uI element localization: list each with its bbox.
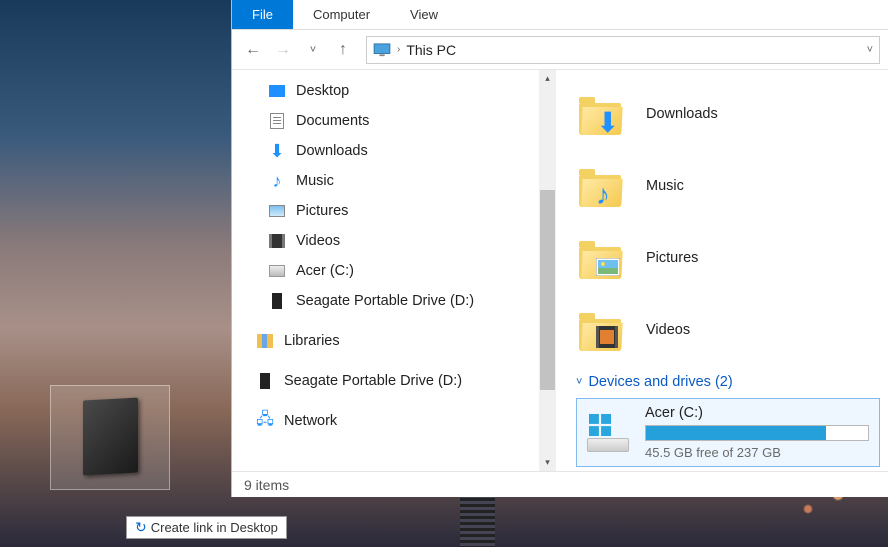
content-pane: ⬇ Downloads ♪ Music Pictures Videos ˅ De… (556, 70, 888, 471)
desktop-drive-icon[interactable] (50, 385, 170, 490)
folder-downloads[interactable]: ⬇ Downloads (576, 78, 880, 150)
os-drive-icon (583, 412, 633, 454)
folder-music[interactable]: ♪ Music (576, 150, 880, 222)
tree-music[interactable]: ♪ Music (232, 166, 556, 196)
tree-item-label: Seagate Portable Drive (D:) (284, 373, 462, 389)
download-arrow-icon: ⬇ (268, 142, 286, 160)
document-icon (268, 112, 286, 130)
folder-icon: ⬇ (576, 89, 626, 139)
address-dropdown-icon[interactable]: ˅ (867, 44, 873, 56)
recent-locations-button[interactable]: ˅ (300, 37, 326, 63)
chevron-down-icon: ˅ (576, 376, 582, 388)
folder-label: Videos (646, 322, 690, 338)
up-button[interactable]: ↑ (330, 37, 356, 63)
tree-item-label: Documents (296, 113, 369, 129)
tab-computer[interactable]: Computer (293, 0, 390, 29)
tree-drive-c[interactable]: Acer (C:) (232, 256, 556, 286)
folder-label: Music (646, 178, 684, 194)
tab-file[interactable]: File (232, 0, 293, 29)
desktop-icon (268, 82, 286, 100)
folder-icon: ♪ (576, 161, 626, 211)
address-location: This PC (406, 42, 456, 58)
file-explorer-window: File Computer View ← → ˅ ↑ › This PC ˅ D… (231, 0, 888, 497)
ribbon-tabs: File Computer View (232, 0, 888, 30)
drive-usage-bar (645, 425, 869, 441)
tab-view[interactable]: View (390, 0, 458, 29)
external-drive-icon (83, 398, 138, 476)
status-bar: 9 items (232, 471, 888, 497)
tab-file-label: File (252, 7, 273, 22)
tree-desktop[interactable]: Desktop (232, 76, 556, 106)
tree-documents[interactable]: Documents (232, 106, 556, 136)
tree-libraries[interactable]: Libraries (232, 326, 556, 356)
status-item-count: 9 items (244, 477, 289, 493)
scroll-down-arrow-icon[interactable]: ▾ (539, 454, 556, 471)
forward-button[interactable]: → (270, 37, 296, 63)
tree-drive-d[interactable]: Seagate Portable Drive (D:) (232, 286, 556, 316)
group-header-label: Devices and drives (2) (588, 374, 732, 390)
picture-thumb-icon (596, 251, 620, 283)
music-note-icon: ♪ (268, 172, 286, 190)
folder-pictures[interactable]: Pictures (576, 222, 880, 294)
download-arrow-icon: ⬇ (596, 106, 619, 139)
folder-label: Downloads (646, 106, 718, 122)
network-icon: 🖧 (256, 412, 274, 430)
drive-free-text: 45.5 GB free of 237 GB (645, 445, 869, 460)
tree-removable[interactable]: Seagate Portable Drive (D:) (232, 366, 556, 396)
tree-item-label: Music (296, 173, 334, 189)
drive-c-item[interactable]: Acer (C:) 45.5 GB free of 237 GB (576, 398, 880, 467)
tree-videos[interactable]: Videos (232, 226, 556, 256)
folder-label: Pictures (646, 250, 698, 266)
folder-icon (576, 233, 626, 283)
drive-name: Acer (C:) (645, 405, 869, 421)
nav-scrollbar-thumb[interactable] (540, 190, 555, 390)
breadcrumb-chevron-icon: › (397, 44, 400, 55)
tree-item-label: Desktop (296, 83, 349, 99)
address-bar[interactable]: › This PC ˅ (366, 36, 880, 64)
music-note-icon: ♪ (596, 179, 610, 211)
tree-item-label: Downloads (296, 143, 368, 159)
tree-downloads[interactable]: ⬇ Downloads (232, 136, 556, 166)
tree-item-label: Videos (296, 233, 340, 249)
tree-pictures[interactable]: Pictures (232, 196, 556, 226)
picture-icon (268, 202, 286, 220)
navigation-pane: Desktop Documents ⬇ Downloads ♪ Music Pict… (232, 70, 556, 471)
this-pc-icon (373, 43, 391, 57)
external-drive-small-icon (268, 292, 286, 310)
external-drive-small-icon (256, 372, 274, 390)
tab-view-label: View (410, 7, 438, 22)
link-shortcut-icon: ↻ (135, 519, 147, 536)
tree-item-label: Seagate Portable Drive (D:) (296, 293, 474, 309)
drag-tooltip-text: Create link in Desktop (151, 520, 278, 535)
scroll-up-arrow-icon[interactable]: ▴ (539, 70, 556, 87)
back-button[interactable]: ← (240, 37, 266, 63)
drag-tooltip: ↻ Create link in Desktop (126, 516, 287, 539)
video-film-icon (596, 323, 618, 355)
group-devices-drives[interactable]: ˅ Devices and drives (2) (576, 366, 880, 394)
explorer-body: Desktop Documents ⬇ Downloads ♪ Music Pict… (232, 70, 888, 471)
tree-item-label: Libraries (284, 333, 340, 349)
video-icon (268, 232, 286, 250)
libraries-icon (256, 332, 274, 350)
folder-icon (576, 305, 626, 355)
hdd-icon (268, 262, 286, 280)
tree-item-label: Network (284, 413, 337, 429)
navigation-bar: ← → ˅ ↑ › This PC ˅ (232, 30, 888, 70)
drive-info: Acer (C:) 45.5 GB free of 237 GB (645, 405, 869, 460)
background-city (460, 492, 495, 547)
tree-item-label: Pictures (296, 203, 348, 219)
tab-computer-label: Computer (313, 7, 370, 22)
tree-item-label: Acer (C:) (296, 263, 354, 279)
folder-videos[interactable]: Videos (576, 294, 880, 366)
tree-network[interactable]: 🖧 Network (232, 406, 556, 436)
